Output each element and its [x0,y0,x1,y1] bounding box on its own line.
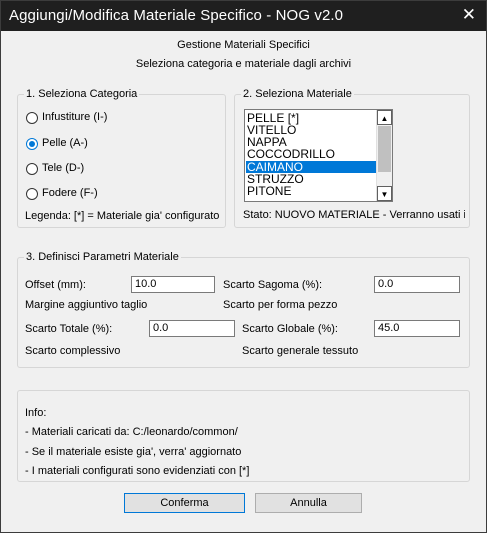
cancel-button[interactable]: Annulla [255,493,362,513]
scrollbar-thumb[interactable] [378,126,391,172]
category-group-title: 1. Seleziona Categoria [24,88,140,100]
title-bar: Aggiungi/Modifica Materiale Specifico - … [1,1,486,31]
globale-help: Scarto generale tessuto [242,345,359,357]
params-group-title: 3. Definisci Parametri Materiale [24,251,181,263]
close-icon[interactable]: ✕ [462,5,476,25]
radio-fodere-label[interactable]: Fodere (F-) [42,187,98,199]
totale-input[interactable]: 0.0 [149,320,235,337]
dialog-window: Aggiungi/Modifica Materiale Specifico - … [0,0,487,533]
chevron-up-icon[interactable]: ▲ [377,110,392,125]
offset-label: Offset (mm): [25,279,86,291]
offset-input[interactable]: 10.0 [131,276,215,293]
info-box: Info: - Materiali caricati da: C:/leonar… [17,390,470,482]
sagoma-label: Scarto Sagoma (%): [223,279,323,291]
radio-tele[interactable] [26,163,38,175]
material-status: Stato: NUOVO MATERIALE - Verranno usati … [243,209,465,221]
info-line: - Se il materiale esiste gia', verra' ag… [25,446,242,458]
material-listbox[interactable]: PELLE [*] VITELLO NAPPA COCCODRILLO CAIM… [244,109,393,202]
totale-help: Scarto complessivo [25,345,121,357]
header-subtitle: Seleziona categoria e materiale dagli ar… [135,58,352,70]
header-title: Gestione Materiali Specifici [177,39,310,51]
radio-infustiture-label[interactable]: Infustiture (I-) [42,111,107,123]
list-item[interactable]: PITONE [246,185,377,197]
window-title: Aggiungi/Modifica Materiale Specifico - … [9,7,344,24]
chevron-down-icon[interactable]: ▼ [377,186,392,201]
radio-pelle-label[interactable]: Pelle (A-) [42,137,88,149]
info-line: - I materiali configurati sono evidenzia… [25,465,250,477]
listbox-scrollbar[interactable]: ▲ ▼ [376,110,392,201]
material-group: 2. Seleziona Materiale PELLE [*] VITELLO… [234,88,470,228]
info-line: - Materiali caricati da: C:/leonardo/com… [25,426,238,438]
radio-pelle[interactable] [26,138,38,150]
list-item[interactable]: COCCODRILLO [246,148,377,160]
offset-help: Margine aggiuntivo taglio [25,299,148,311]
sagoma-input[interactable]: 0.0 [374,276,460,293]
category-group: 1. Seleziona Categoria Infustiture (I-) … [17,88,226,228]
sagoma-help: Scarto per forma pezzo [223,299,338,311]
radio-tele-label[interactable]: Tele (D-) [42,162,84,174]
confirm-button[interactable]: Conferma [124,493,245,513]
totale-label: Scarto Totale (%): [25,323,113,335]
params-group: 3. Definisci Parametri Materiale Offset … [17,251,470,368]
category-legend-note: Legenda: [*] = Materiale gia' configurat… [25,210,220,222]
globale-input[interactable]: 45.0 [374,320,460,337]
radio-infustiture[interactable] [26,112,38,124]
radio-fodere[interactable] [26,188,38,200]
material-group-title: 2. Seleziona Materiale [241,88,354,100]
info-title: Info: [25,407,47,419]
globale-label: Scarto Globale (%): [242,323,338,335]
